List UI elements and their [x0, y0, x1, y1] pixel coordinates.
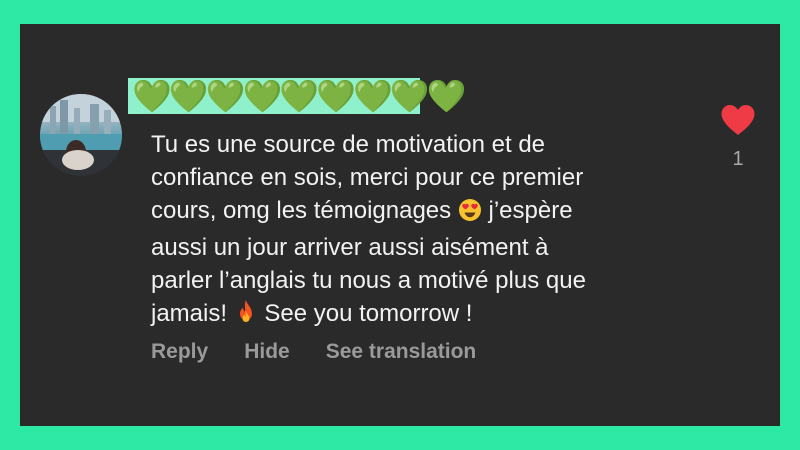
- comment-line: Tu es une source de motivation et de: [151, 131, 546, 158]
- heart-eyes-emoji-icon: [458, 198, 482, 231]
- username[interactable]: 💚💚💚💚💚💚💚💚💚: [128, 78, 467, 114]
- see-translation-button[interactable]: See translation: [326, 340, 477, 364]
- avatar[interactable]: [40, 94, 122, 176]
- like-control: 1: [720, 104, 756, 171]
- reply-button[interactable]: Reply: [151, 340, 208, 364]
- hide-button[interactable]: Hide: [244, 340, 290, 364]
- comment-line: parler l’anglais tu nous a motivé plus q…: [151, 267, 586, 294]
- avatar-image: [40, 94, 122, 176]
- like-count: 1: [732, 148, 744, 170]
- heart-icon[interactable]: [720, 104, 756, 136]
- comment-card: 💚💚💚💚💚💚💚💚💚 Tu es une source de motivation…: [20, 24, 780, 426]
- comment-line: confiance en sois, merci pour ce premier: [151, 164, 584, 191]
- comment-line: See you tomorrow !: [257, 300, 473, 327]
- comment-text: Tu es une source de motivation et de con…: [151, 128, 711, 334]
- comment-line: jamais!: [151, 300, 234, 327]
- comment-line: cours, omg les témoignages: [151, 197, 458, 224]
- comment-line: aussi un jour arriver aussi aisément à: [151, 234, 549, 261]
- comment-line: j’espère: [481, 197, 573, 224]
- fire-emoji-icon: [234, 299, 258, 334]
- comment-actions: Reply Hide See translation: [151, 340, 476, 364]
- username-text: 💚💚💚💚💚💚💚💚💚: [132, 77, 467, 115]
